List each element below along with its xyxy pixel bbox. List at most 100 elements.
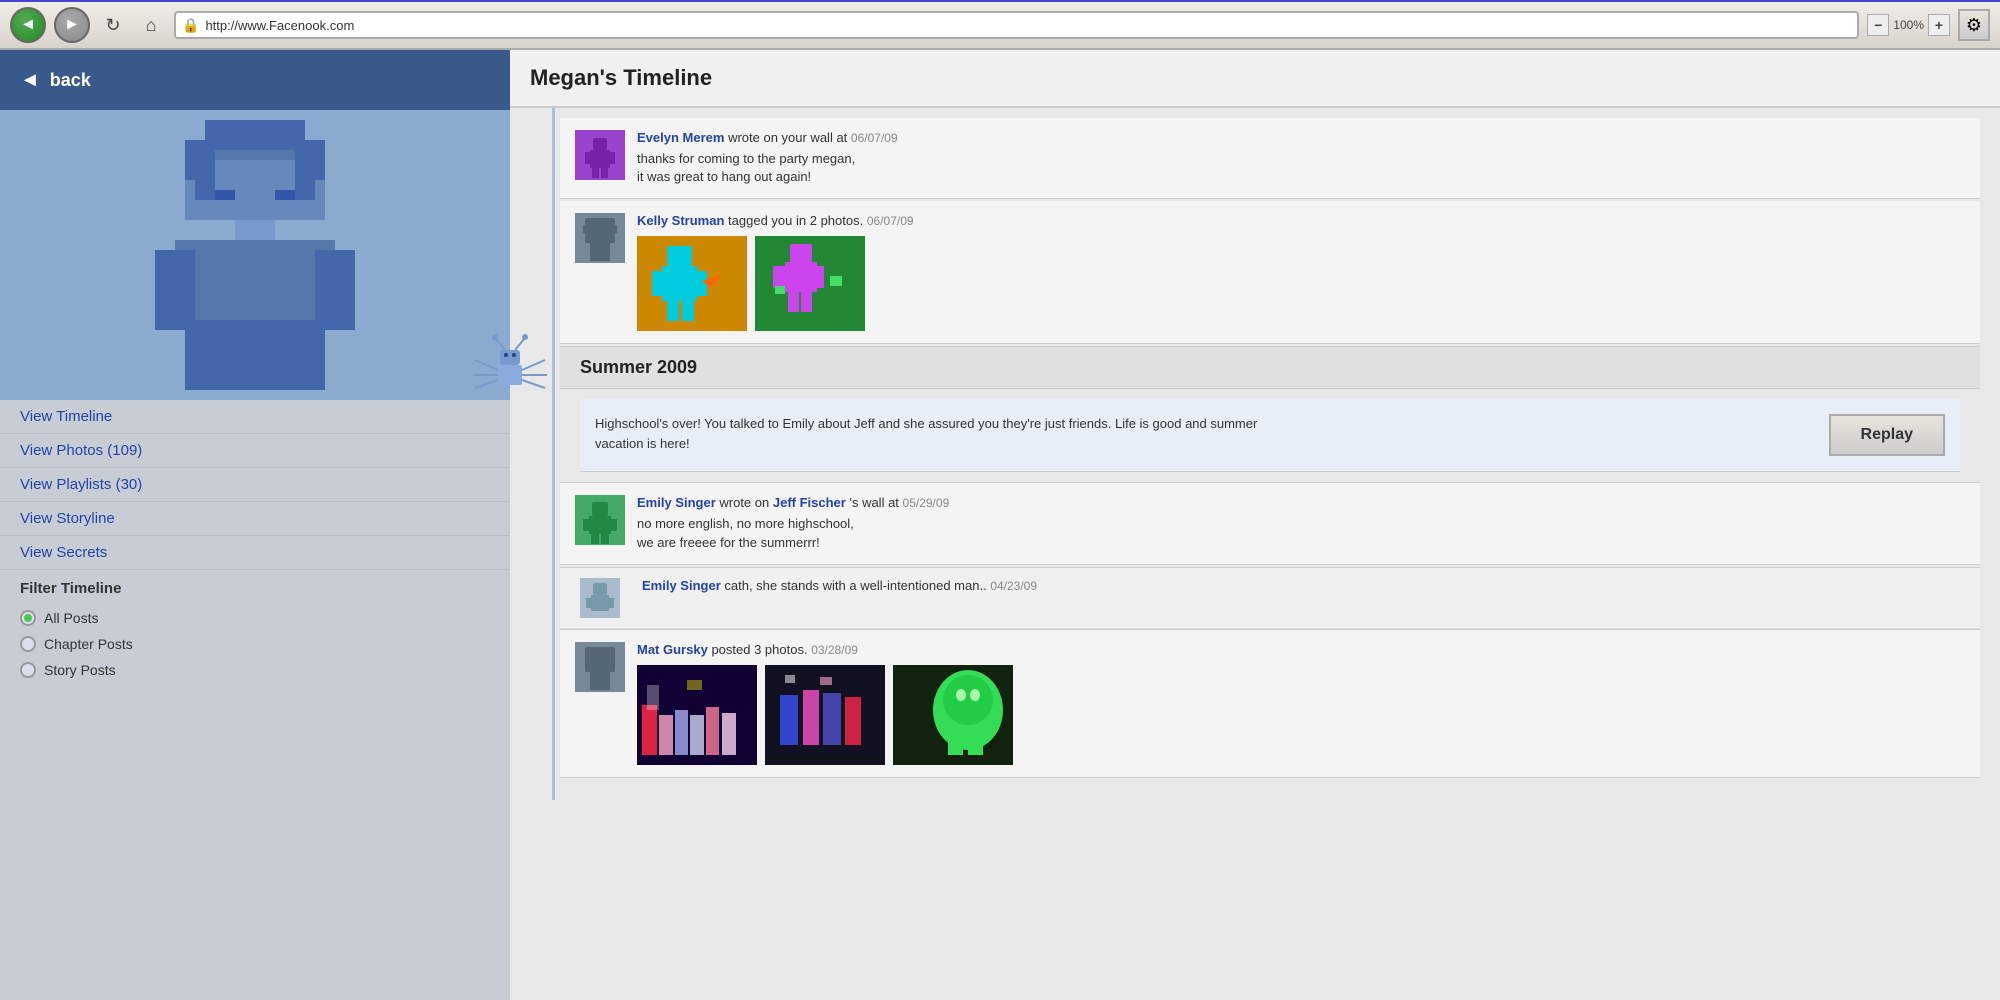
evelyn-feed-text: Evelyn Merem wrote on your wall at 06/07…: [637, 130, 1965, 186]
mat-action: posted 3 photos.: [711, 642, 811, 657]
evelyn-message: thanks for coming to the party megan,it …: [637, 150, 1965, 186]
back-button[interactable]: ◄: [10, 7, 46, 43]
address-bar[interactable]: [205, 18, 1851, 33]
sidebar-navigation: View Timeline View Photos (109) View Pla…: [0, 400, 510, 570]
evelyn-action: wrote on your wall at: [728, 130, 851, 145]
emily-cath-action: cath, she stands with a well-intentioned…: [724, 578, 990, 593]
filter-all-posts[interactable]: All Posts: [20, 605, 490, 631]
sidebar-item-view-secrets[interactable]: View Secrets: [0, 536, 510, 570]
filter-timeline-section: Filter Timeline All Posts Chapter Posts …: [0, 570, 510, 693]
browser-chrome: ◄ ► ↻ ⌂ 🔒 − 100% + ⚙: [0, 0, 2000, 50]
jeff-name[interactable]: Jeff Fischer: [773, 495, 846, 510]
mat-avatar-img: [575, 642, 625, 692]
evelyn-avatar-img: [575, 130, 625, 180]
kelly-date: 06/07/09: [867, 214, 914, 228]
home-button[interactable]: ⌂: [136, 10, 166, 40]
profile-picture-area: [0, 110, 510, 400]
kelly-avatar-img: [575, 213, 625, 263]
replay-button[interactable]: Replay: [1829, 414, 1945, 456]
kelly-author[interactable]: Kelly Struman: [637, 213, 724, 228]
filter-title: Filter Timeline: [20, 580, 490, 597]
kelly-photo-strip: [637, 236, 1965, 331]
mat-photo-1[interactable]: [637, 665, 757, 765]
address-bar-container: 🔒: [174, 11, 1859, 39]
mat-author[interactable]: Mat Gursky: [637, 642, 708, 657]
emily-wall-action2: 's wall at: [849, 495, 902, 510]
radio-story-posts[interactable]: [20, 662, 36, 678]
zoom-area: − 100% +: [1867, 14, 1950, 36]
story-box: Highschool's over! You talked to Emily a…: [580, 399, 1960, 472]
timeline-title: Megan's Timeline: [530, 65, 712, 90]
back-label[interactable]: back: [50, 70, 91, 91]
zoom-level: 100%: [1893, 18, 1924, 32]
main-content: Megan's Timeline: [510, 50, 2000, 1000]
profile-avatar-svg: [145, 120, 365, 390]
season-header: Summer 2009: [560, 346, 1980, 389]
mat-photo-1-img: [637, 665, 757, 765]
emily-cath-avatar-img: [580, 578, 620, 618]
mat-photo-2-img: [765, 665, 885, 765]
sidebar-item-view-photos[interactable]: View Photos (109): [0, 434, 510, 468]
back-nav-arrow: ◄: [20, 69, 40, 92]
filter-chapter-posts-label: Chapter Posts: [44, 636, 133, 652]
forward-button[interactable]: ►: [54, 7, 90, 43]
mat-photo-3[interactable]: [893, 665, 1013, 765]
bug-icon: [470, 330, 550, 430]
filter-story-posts[interactable]: Story Posts: [20, 657, 490, 683]
evelyn-header-line: Evelyn Merem wrote on your wall at 06/07…: [637, 130, 1965, 145]
timeline-vertical-line: [552, 108, 555, 800]
sidebar: ◄ back: [0, 50, 510, 1000]
zoom-in-button[interactable]: +: [1928, 14, 1950, 36]
emily-cath-author[interactable]: Emily Singer: [642, 578, 721, 593]
feed-item-evelyn: Evelyn Merem wrote on your wall at 06/07…: [560, 118, 1980, 199]
filter-story-posts-label: Story Posts: [44, 662, 116, 678]
emily-wall-date: 05/29/09: [903, 496, 950, 510]
emily-cath-date: 04/23/09: [990, 579, 1037, 593]
season-label: Summer 2009: [580, 357, 697, 377]
feed-item-emily-wall: Emily Singer wrote on Jeff Fischer 's wa…: [560, 483, 1980, 564]
emily-wall-action: wrote on: [719, 495, 772, 510]
evelyn-avatar: [575, 130, 625, 180]
kelly-photo-1[interactable]: [637, 236, 747, 331]
back-arrow-icon: ◄: [20, 16, 36, 34]
emily-wall-message: no more english, no more highschool,we a…: [637, 515, 1965, 551]
kelly-avatar: [575, 213, 625, 263]
emily-avatar-img: [575, 495, 625, 545]
feed-item-mat: Mat Gursky posted 3 photos. 03/28/09: [560, 630, 1980, 778]
emily-cath-avatar: [580, 578, 630, 618]
mat-header: Mat Gursky posted 3 photos. 03/28/09: [637, 642, 1965, 657]
sidebar-item-view-playlists[interactable]: View Playlists (30): [0, 468, 510, 502]
emily-wall-feed-text: Emily Singer wrote on Jeff Fischer 's wa…: [637, 495, 1965, 551]
kelly-photo-2-img: [755, 236, 865, 331]
refresh-button[interactable]: ↻: [98, 10, 128, 40]
kelly-photo-2[interactable]: [755, 236, 865, 331]
mat-photo-3-img: [893, 665, 1013, 765]
kelly-photo-1-img: [637, 236, 747, 331]
filter-chapter-posts[interactable]: Chapter Posts: [20, 631, 490, 657]
story-text: Highschool's over! You talked to Emily a…: [595, 414, 1295, 453]
settings-button[interactable]: ⚙: [1958, 9, 1990, 41]
emily-avatar: [575, 495, 625, 545]
sidebar-item-view-timeline[interactable]: View Timeline: [0, 400, 510, 434]
mat-photo-2[interactable]: [765, 665, 885, 765]
filter-all-posts-label: All Posts: [44, 610, 98, 626]
evelyn-author[interactable]: Evelyn Merem: [637, 130, 724, 145]
mat-feed-text: Mat Gursky posted 3 photos. 03/28/09: [637, 642, 1965, 765]
feed-item-emily-cath: Emily Singer cath, she stands with a wel…: [560, 568, 1980, 629]
emily-cath-text: Emily Singer cath, she stands with a wel…: [642, 578, 1960, 593]
radio-all-posts[interactable]: [20, 610, 36, 626]
bug-decoration: [470, 330, 550, 433]
page-body: ◄ back: [0, 50, 2000, 1000]
sidebar-item-view-storyline[interactable]: View Storyline: [0, 502, 510, 536]
kelly-header-line: Kelly Struman tagged you in 2 photos. 06…: [637, 213, 1965, 228]
emily-wall-author[interactable]: Emily Singer: [637, 495, 716, 510]
timeline-header: Megan's Timeline: [510, 50, 2000, 108]
mat-photo-strip: [637, 665, 1965, 765]
radio-all-posts-dot: [24, 614, 32, 622]
radio-chapter-posts[interactable]: [20, 636, 36, 652]
mat-avatar: [575, 642, 625, 692]
kelly-action: tagged you in 2 photos.: [728, 213, 867, 228]
zoom-out-button[interactable]: −: [1867, 14, 1889, 36]
evelyn-date: 06/07/09: [851, 131, 898, 145]
feed-item-kelly: Kelly Struman tagged you in 2 photos. 06…: [560, 201, 1980, 344]
